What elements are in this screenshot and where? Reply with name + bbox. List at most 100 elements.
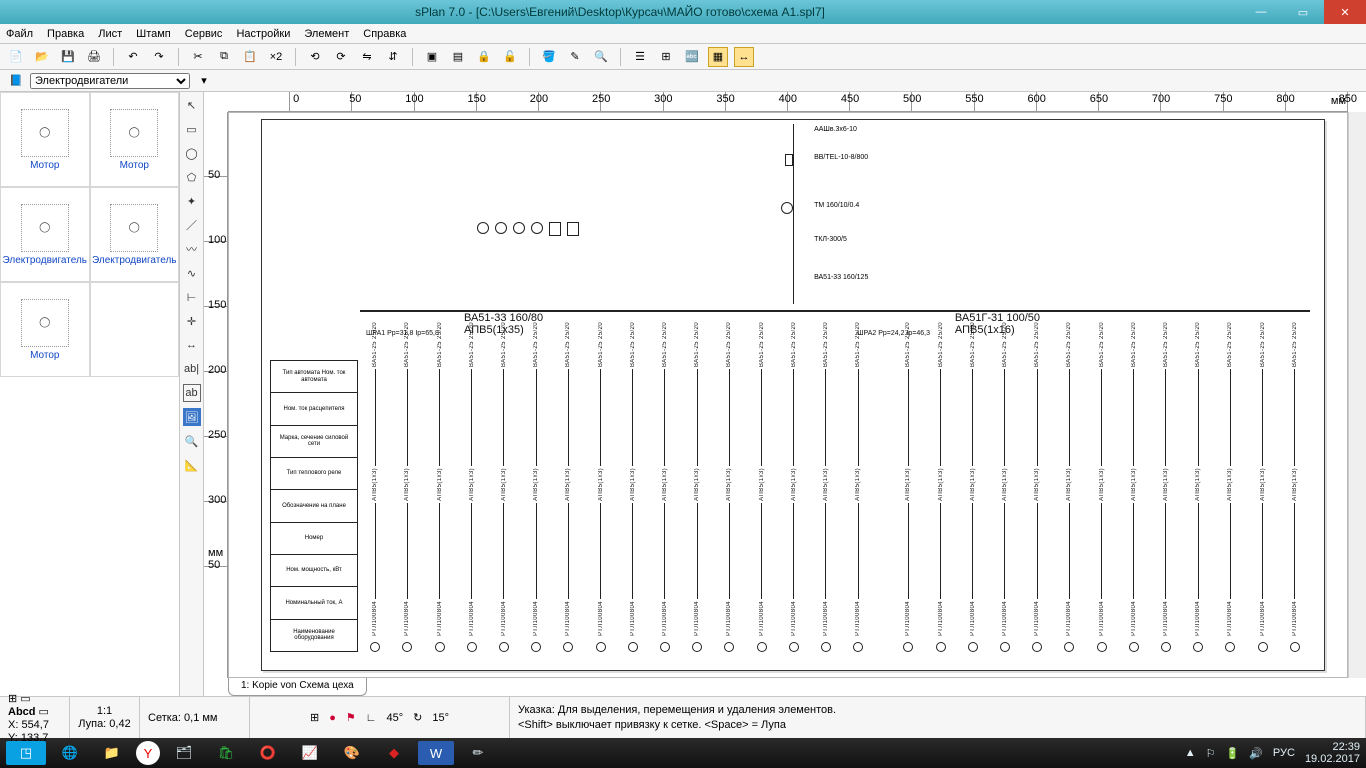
drawing-canvas[interactable]: ААШв.3x6-10 BB/TEL-10-8/800 ТМ 160/10/0.…	[228, 112, 1348, 678]
status-hint2: <Shift> выключает привязку к сетке. <Spa…	[518, 718, 1357, 732]
image-icon[interactable]: 🖼	[183, 408, 201, 426]
poly-icon[interactable]: ⬠	[183, 168, 201, 186]
task-yandex-icon[interactable]: Y	[136, 741, 160, 765]
symbol-palette[interactable]: ◯Мотор ◯Мотор ◯Электродвигатель ◯Электро…	[0, 92, 180, 696]
special-icon[interactable]: ✦	[183, 192, 201, 210]
tray-up-icon[interactable]: ▲	[1185, 747, 1196, 759]
scrollbar-vertical[interactable]	[1348, 112, 1366, 678]
snap-obj-icon[interactable]: ●	[329, 712, 336, 724]
new-icon[interactable]: 📄	[6, 47, 26, 67]
task-app-icon[interactable]: ◆	[376, 741, 412, 765]
sheet-tab[interactable]: 1: Kopie von Схема цеха	[228, 678, 367, 696]
menu-element[interactable]: Элемент	[304, 28, 349, 40]
mirror-h-icon[interactable]: ⇋	[357, 47, 377, 67]
ruler-vertical: 50100 150200 250300 мм 50	[204, 112, 228, 678]
palette-item[interactable]: ◯Электродвигатель	[90, 187, 180, 282]
menu-stamp[interactable]: Штамп	[136, 28, 171, 40]
library-select[interactable]: Электродвигатели	[30, 73, 190, 89]
task-store-icon[interactable]: 🛍	[208, 741, 244, 765]
task-word-icon[interactable]: W	[418, 741, 454, 765]
rotate-right-icon[interactable]: ⟳	[331, 47, 351, 67]
menu-edit[interactable]: Правка	[47, 28, 84, 40]
task-pen-icon[interactable]: ✏	[460, 741, 496, 765]
menubar: Файл Правка Лист Штамп Сервис Настройки …	[0, 24, 1366, 44]
palette-item[interactable]: ◯Мотор	[90, 92, 180, 187]
grid-icon[interactable]: ⊞	[656, 47, 676, 67]
canvas-area: 050 100150 200250 300350 400450 500550 6…	[204, 92, 1366, 696]
text2-icon[interactable]: ab	[183, 384, 201, 402]
menu-help[interactable]: Справка	[363, 28, 406, 40]
close-button[interactable]: ✕	[1324, 0, 1366, 24]
lock-icon[interactable]: 🔒	[474, 47, 494, 67]
highlight2-icon[interactable]: ↔	[734, 47, 754, 67]
mirror-v-icon[interactable]: ⇵	[383, 47, 403, 67]
task-paint-icon[interactable]: 🎨	[334, 741, 370, 765]
snap-grid-icon[interactable]: ⊞	[310, 711, 319, 724]
redo-icon[interactable]: ↷	[149, 47, 169, 67]
dim-icon[interactable]: ↔	[183, 336, 201, 354]
list-icon[interactable]: ☰	[630, 47, 650, 67]
measure-icon[interactable]: 📐	[183, 456, 201, 474]
task-explorer-icon[interactable]: 📁	[94, 741, 130, 765]
menu-settings[interactable]: Настройки	[236, 28, 290, 40]
branches: ВА51-25 25/20АПВ5(1x3)РТЛ100804ВА51-25 2…	[360, 320, 1310, 652]
unlock-icon[interactable]: 🔓	[500, 47, 520, 67]
palette-item[interactable]	[90, 282, 180, 377]
paste-icon[interactable]: 📋	[240, 47, 260, 67]
rect-icon[interactable]: ▭	[183, 120, 201, 138]
highlight1-icon[interactable]: ▦	[708, 47, 728, 67]
schematic-drawing: ААШв.3x6-10 BB/TEL-10-8/800 ТМ 160/10/0.…	[266, 124, 1320, 666]
palette-item[interactable]: ◯Электродвигатель	[0, 187, 90, 282]
task-folder-icon[interactable]: 🗂	[166, 741, 202, 765]
page: ААШв.3x6-10 BB/TEL-10-8/800 ТМ 160/10/0.…	[261, 119, 1325, 671]
tray-lang[interactable]: РУС	[1273, 747, 1295, 759]
palette-item[interactable]: ◯Мотор	[0, 282, 90, 377]
menu-sheet[interactable]: Лист	[98, 28, 122, 40]
paint-icon[interactable]: 🪣	[539, 47, 559, 67]
tool-strip: ↖ ▭ ◯ ⬠ ✦ ／ 〰 ∿ ⊢ ✛ ↔ ab| ab 🖼 🔍 📐	[180, 92, 204, 696]
start-button[interactable]: ◳	[6, 741, 46, 765]
pin-icon[interactable]: ✛	[183, 312, 201, 330]
task-monitor-icon[interactable]: 📈	[292, 741, 328, 765]
search-icon[interactable]: 🔍	[591, 47, 611, 67]
task-chrome-icon[interactable]: ⭕	[250, 741, 286, 765]
eyedrop-icon[interactable]: ✎	[565, 47, 585, 67]
tray-volume-icon[interactable]: 🔊	[1249, 747, 1263, 760]
angle-icon[interactable]: ∟	[366, 712, 377, 724]
tray-action-icon[interactable]: ⚐	[1206, 747, 1216, 760]
ungroup-icon[interactable]: ▤	[448, 47, 468, 67]
cut-icon[interactable]: ✂	[188, 47, 208, 67]
menu-service[interactable]: Сервис	[185, 28, 223, 40]
task-ie-icon[interactable]: 🌐	[52, 741, 88, 765]
bezier-icon[interactable]: ∿	[183, 264, 201, 282]
palette-item[interactable]: ◯Мотор	[0, 92, 90, 187]
save-icon[interactable]: 💾	[58, 47, 78, 67]
line-icon[interactable]: ／	[183, 216, 201, 234]
pointer-icon[interactable]: ↖	[183, 96, 201, 114]
undo-icon[interactable]: ↶	[123, 47, 143, 67]
lib-book-icon[interactable]: 📘	[6, 71, 26, 91]
circle-icon[interactable]: ◯	[183, 144, 201, 162]
variables-icon[interactable]: 🔤	[682, 47, 702, 67]
print-icon[interactable]: 🖨	[84, 47, 104, 67]
minimize-button[interactable]: —	[1240, 0, 1282, 24]
maximize-button[interactable]: ▭	[1282, 0, 1324, 24]
tray-time[interactable]: 22:39	[1332, 741, 1360, 753]
status-angle: 45°	[387, 712, 404, 724]
copy-icon[interactable]: ⧉	[214, 47, 234, 67]
tray-date[interactable]: 19.02.2017	[1305, 753, 1360, 765]
status-hint1: Указка: Для выделения, перемещения и уда…	[518, 703, 1357, 717]
dup-icon[interactable]: ×2	[266, 47, 286, 67]
lib-more-icon[interactable]: ▾	[194, 71, 214, 91]
rotate-icon[interactable]: ↻	[413, 711, 422, 724]
menu-file[interactable]: Файл	[6, 28, 33, 40]
open-icon[interactable]: 📂	[32, 47, 52, 67]
zoom-icon[interactable]: 🔍	[183, 432, 201, 450]
wave-icon[interactable]: 〰	[183, 240, 201, 258]
group-icon[interactable]: ▣	[422, 47, 442, 67]
text1-icon[interactable]: ab|	[183, 360, 201, 378]
snap-flag-icon[interactable]: ⚑	[346, 711, 356, 724]
rotate-left-icon[interactable]: ⟲	[305, 47, 325, 67]
tray-battery-icon[interactable]: 🔋	[1226, 747, 1240, 760]
conn-icon[interactable]: ⊢	[183, 288, 201, 306]
